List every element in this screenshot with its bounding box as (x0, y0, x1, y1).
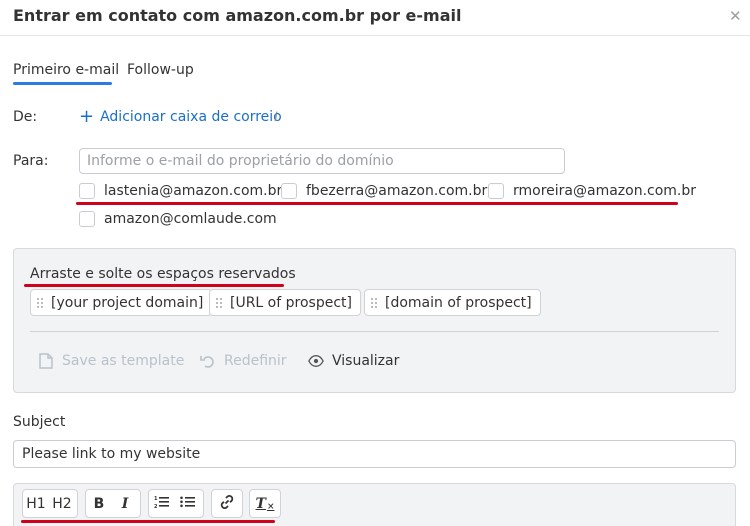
bullet-list-button[interactable] (175, 490, 201, 517)
link-group (211, 489, 243, 518)
svg-text:1: 1 (154, 496, 158, 502)
italic-button[interactable]: I (112, 490, 138, 517)
suggestion-email: lastenia@amazon.com.br (104, 183, 283, 199)
checkbox[interactable] (488, 183, 504, 199)
subject-label: Subject (13, 414, 66, 430)
save-as-template-label: Save as template (62, 353, 185, 369)
clear-formatting-icon: T (255, 495, 266, 512)
close-icon[interactable]: ✕ (729, 7, 742, 25)
suggestion-checkbox-rmoreira[interactable]: rmoreira@amazon.com.br (488, 183, 696, 199)
panel-divider (30, 331, 719, 332)
annotation-underline (24, 284, 284, 287)
subject-input[interactable] (13, 440, 736, 468)
list-group: 12 (148, 489, 204, 518)
active-tab-indicator (13, 82, 112, 85)
tab-first-email[interactable]: Primeiro e-mail (13, 62, 119, 78)
eye-icon (308, 353, 324, 369)
preview-label: Visualizar (332, 353, 400, 369)
suggestion-checkbox-fbezerra[interactable]: fbezerra@amazon.com.br (281, 183, 487, 199)
chip-label: [URL of prospect] (230, 294, 352, 311)
checkbox[interactable] (79, 211, 95, 227)
heading-group: H1 H2 (22, 489, 78, 518)
placeholder-chip-url-of-prospect[interactable]: [URL of prospect] (209, 289, 361, 316)
tab-follow-up[interactable]: Follow-up (127, 62, 194, 78)
reset-button[interactable]: Redefinir (200, 353, 287, 369)
bold-button[interactable]: B (86, 490, 112, 517)
plus-icon: + (79, 106, 95, 127)
suggestion-email: fbezerra@amazon.com.br (306, 183, 488, 199)
suggestion-checkbox-comlaude[interactable]: amazon@comlaude.com (79, 211, 277, 227)
ordered-list-button[interactable]: 12 (149, 490, 175, 517)
dialog-title: Entrar em contato com amazon.com.br por … (13, 6, 462, 25)
h2-label: H2 (52, 495, 72, 512)
italic-icon: I (121, 495, 129, 512)
clear-formatting-button[interactable]: T × (250, 490, 280, 517)
clear-format-group: T × (249, 489, 281, 518)
dialog-header: Entrar em contato com amazon.com.br por … (0, 0, 750, 36)
add-mailbox-label: Adicionar caixa de correio (100, 109, 282, 125)
drag-handle-icon[interactable] (210, 290, 224, 315)
bullet-list-icon (180, 495, 196, 513)
recipient-email-input[interactable] (79, 148, 565, 174)
heading-1-button[interactable]: H1 (23, 490, 49, 517)
h1-label: H1 (26, 495, 46, 512)
suggestion-email: rmoreira@amazon.com.br (513, 183, 697, 199)
add-mailbox-button[interactable]: + Adicionar caixa de correio (79, 106, 282, 127)
checkbox[interactable] (79, 183, 95, 199)
checkbox[interactable] (281, 183, 297, 199)
link-button[interactable] (212, 490, 242, 517)
chip-label: [domain of prospect] (385, 294, 532, 311)
bold-icon: B (93, 495, 105, 512)
drag-handle-icon[interactable] (31, 290, 45, 315)
placeholder-chip-domain-of-prospect[interactable]: [domain of prospect] (364, 289, 541, 316)
drag-handle-icon[interactable] (365, 290, 379, 315)
annotation-underline (76, 202, 678, 205)
reset-label: Redefinir (224, 353, 287, 369)
info-icon[interactable]: i (274, 110, 278, 125)
save-as-template-button[interactable]: Save as template (38, 353, 184, 369)
svg-text:2: 2 (154, 504, 158, 509)
link-icon (219, 494, 235, 514)
undo-icon (200, 353, 216, 369)
from-label: De: (13, 109, 38, 125)
annotation-underline (21, 520, 275, 523)
document-icon (38, 353, 54, 369)
clear-x-icon: × (266, 501, 275, 512)
suggestion-checkbox-lastenia[interactable]: lastenia@amazon.com.br (79, 183, 282, 199)
suggestion-email: amazon@comlaude.com (104, 211, 277, 227)
chip-label: [your project domain] (51, 294, 204, 311)
format-group: B I (85, 489, 141, 518)
preview-button[interactable]: Visualizar (308, 353, 399, 369)
placeholder-chip-project-domain[interactable]: [your project domain] (30, 289, 213, 316)
ordered-list-icon: 12 (154, 495, 170, 513)
placeholders-title: Arraste e solte os espaços reservados (30, 266, 296, 282)
heading-2-button[interactable]: H2 (49, 490, 75, 517)
to-label: Para: (13, 153, 49, 169)
